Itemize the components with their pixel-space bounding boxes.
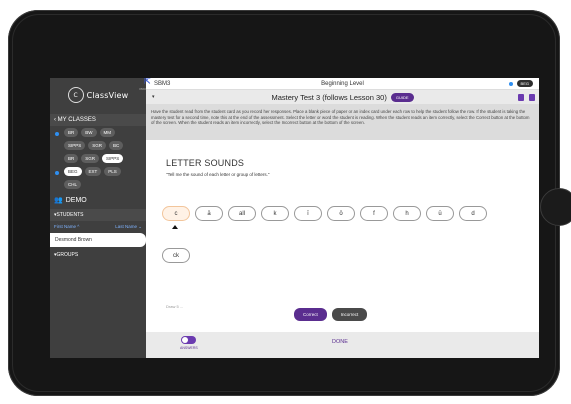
main-panel: ⇱ SBM3 Beginning Level BEG ▾ Mastery Tes… (144, 78, 539, 358)
active-dot-icon (55, 132, 59, 136)
sidebar: C ClassView PRO ‹ MY CLASSES BR BW MM SIPPS… (50, 78, 146, 358)
level-title: Beginning Level (321, 80, 364, 87)
letter-item[interactable]: k (261, 206, 289, 221)
class-chip[interactable]: SIPPS (64, 141, 86, 150)
class-chip[interactable]: BR (64, 154, 79, 163)
groups-label: GROUPS (56, 252, 79, 258)
class-chip[interactable]: BW (81, 128, 97, 137)
level-badge[interactable]: BEG (516, 80, 533, 87)
student-row-selected[interactable]: Desmond Brown (50, 233, 146, 247)
status-dot (509, 81, 513, 86)
letter-item[interactable]: ō (327, 206, 355, 221)
students-section[interactable]: ▾STUDENTS (50, 209, 146, 221)
active-dot-icon (55, 171, 59, 175)
guide-button[interactable]: GUIDE (390, 92, 414, 102)
tablet-frame: C ClassView PRO ‹ MY CLASSES BR BW MM SIPPS… (8, 10, 571, 396)
demo-row[interactable]: 👥 DEMO (50, 194, 146, 206)
class-chip[interactable]: MM (99, 128, 116, 137)
users-icon: 👥 (54, 197, 63, 204)
test-title-bar: ▾ Mastery Test 3 (follows Lesson 30) GUI… (146, 90, 539, 104)
dropdown-caret-icon[interactable]: ▾ (152, 94, 155, 100)
faint-next-row: Draw 5 ... (166, 304, 184, 309)
students-label: STUDENTS (56, 212, 84, 218)
class-chip[interactable]: SIPPS (102, 154, 124, 163)
current-item-pointer-icon (172, 225, 178, 229)
my-classes-header[interactable]: ‹ MY CLASSES (50, 114, 146, 126)
logo-icon: C (67, 87, 84, 103)
document-icon[interactable] (518, 93, 524, 101)
demo-label: DEMO (65, 196, 87, 204)
letter-item[interactable]: h (393, 206, 421, 221)
section-prompt: "Tell me the sound of each letter or gro… (166, 172, 270, 177)
class-chip[interactable]: BEG (64, 167, 82, 176)
letter-item[interactable]: ū (426, 206, 454, 221)
class-chip[interactable]: BR (64, 128, 79, 137)
letter-items: c ā all k ī ō f h ū d (162, 206, 532, 221)
class-groups: BR BW MM SIPPS SGR BC BR SGR SIPPS BEG EXT PLS CHL (50, 126, 146, 191)
letter-item[interactable]: d (459, 206, 487, 221)
letter-item[interactable]: ī (294, 206, 322, 221)
letter-item[interactable]: ā (195, 206, 223, 221)
toggle-knob (182, 337, 189, 343)
document-icon[interactable] (529, 93, 535, 101)
class-group-row: BR BW MM (50, 126, 146, 139)
letter-item-ck[interactable]: ck (162, 248, 190, 263)
logo-area: C ClassView PRO (50, 78, 146, 112)
answer-actions: Correct Incorrect (294, 308, 368, 321)
document-icons (518, 93, 535, 101)
student-columns: First Name ^ Last Name ⌄ (50, 221, 146, 233)
answers-toggle-wrap: ANSWERS (180, 336, 198, 350)
letter-item[interactable]: c (162, 206, 190, 221)
correct-button[interactable]: Correct (294, 308, 327, 321)
class-chip[interactable]: SGR (88, 141, 107, 150)
class-group-row: SIPPS SGR BC (50, 139, 146, 152)
groups-section[interactable]: ▾GROUPS (50, 247, 146, 263)
class-chip[interactable]: BC (109, 141, 124, 150)
class-group-row: BR SGR SIPPS (50, 152, 146, 165)
answers-toggle[interactable] (181, 336, 197, 344)
last-name-sort[interactable]: Last Name ⌄ (115, 224, 142, 230)
classview-logo: C ClassView PRO (67, 87, 146, 103)
test-title: Mastery Test 3 (follows Lesson 30) (271, 92, 387, 102)
top-bar: SBM3 Beginning Level BEG (146, 78, 539, 90)
letter-item[interactable]: f (360, 206, 388, 221)
first-name-sort[interactable]: First Name ^ (54, 224, 79, 230)
class-group-row: BEG EXT PLS (50, 165, 146, 178)
class-chip[interactable]: PLS (104, 167, 121, 176)
my-classes-label: MY CLASSES (57, 117, 96, 123)
answers-label: ANSWERS (180, 346, 198, 350)
logo-text: ClassView (86, 90, 129, 100)
class-chip[interactable]: SGR (81, 154, 100, 163)
section-title: LETTER SOUNDS (166, 158, 245, 168)
class-group-row: CHL (50, 178, 146, 191)
instructions-text: Have the student read from the student c… (146, 104, 539, 140)
app-screen: C ClassView PRO ‹ MY CLASSES BR BW MM SIPPS… (50, 78, 539, 358)
bottom-bar: ANSWERS DONE (146, 332, 539, 358)
done-button[interactable]: DONE (332, 339, 348, 345)
class-chip[interactable]: CHL (64, 180, 82, 189)
class-chip[interactable]: EXT (84, 167, 102, 176)
letter-item[interactable]: all (228, 206, 256, 221)
home-button[interactable] (540, 188, 571, 226)
incorrect-button[interactable]: Incorrect (331, 308, 368, 321)
